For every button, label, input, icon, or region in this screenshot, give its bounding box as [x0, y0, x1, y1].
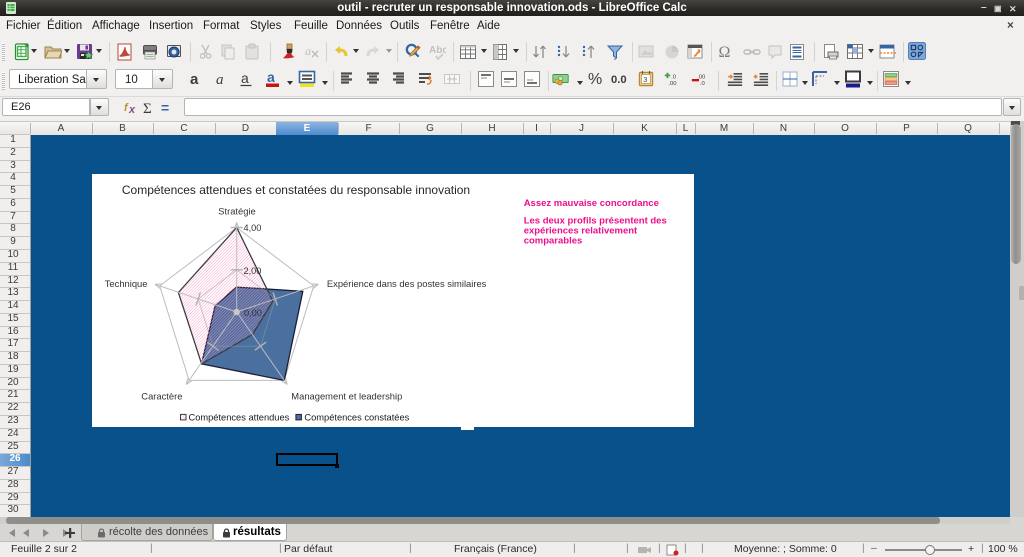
svg-text:Compétences attendues: Compétences attendues — [189, 413, 290, 423]
svg-text:3: 3 — [643, 75, 647, 84]
svg-text:a: a — [190, 71, 199, 88]
svg-text:Compétences constatées: Compétences constatées — [304, 413, 409, 423]
svg-text:=: = — [161, 100, 169, 116]
svg-text:a: a — [305, 44, 311, 58]
svg-text:0.0: 0.0 — [611, 74, 627, 86]
svg-text:a: a — [241, 70, 249, 86]
svg-text:Management et leadership: Management et leadership — [291, 391, 402, 402]
svg-text:Ω: Ω — [719, 44, 731, 61]
svg-text:comparables: comparables — [524, 236, 583, 247]
svg-text:Compétences attendues et const: Compétences attendues et constatées du r… — [122, 183, 470, 197]
svg-text:.0: .0 — [671, 75, 677, 81]
svg-text:%: % — [588, 71, 602, 88]
svg-text:4,00: 4,00 — [244, 223, 262, 233]
svg-text:x: x — [128, 104, 136, 116]
svg-text:Assez mauvaise concordance: Assez mauvaise concordance — [524, 198, 659, 209]
svg-text:Stratégie: Stratégie — [218, 206, 256, 217]
svg-text:Caractère: Caractère — [141, 391, 182, 402]
svg-text:a: a — [216, 72, 224, 88]
svg-text:Technique: Technique — [105, 278, 148, 289]
svg-text:2,00: 2,00 — [244, 266, 262, 276]
svg-text:0,00: 0,00 — [244, 308, 262, 318]
svg-text:Σ: Σ — [143, 101, 152, 116]
svg-text:Abc: Abc — [429, 45, 446, 56]
svg-text:.0: .0 — [700, 81, 706, 87]
svg-text:Expérience dans des postes sim: Expérience dans des postes similaires — [327, 278, 487, 289]
svg-text:.00: .00 — [668, 81, 677, 87]
svg-text:a: a — [267, 70, 275, 85]
